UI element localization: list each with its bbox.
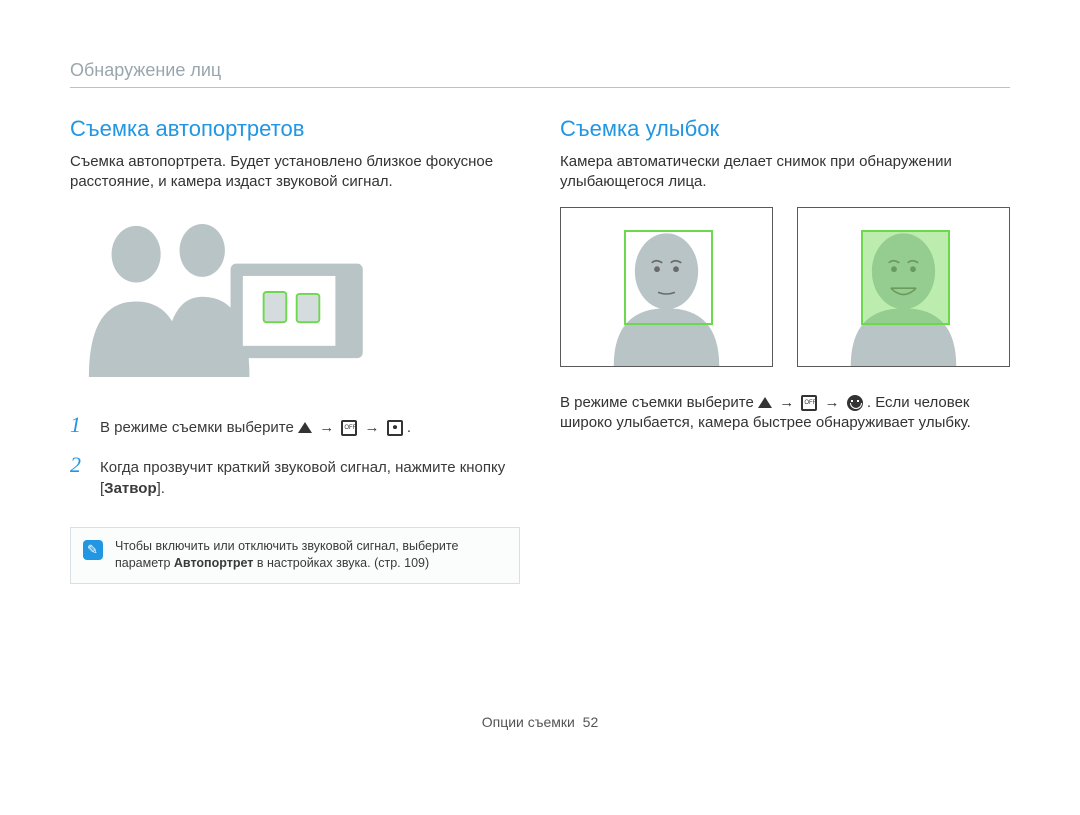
photo-neutral [560, 207, 773, 367]
face-off-icon [341, 420, 357, 436]
arrow-icon: → [779, 394, 794, 411]
breadcrumb: Обнаружение лиц [70, 60, 1010, 88]
page-footer: Опции съемки 52 [70, 714, 1010, 730]
face-self-icon [387, 420, 403, 436]
arrow-icon: → [319, 419, 334, 436]
step-2: 2 Когда прозвучит краткий звуковой сигна… [70, 452, 520, 499]
heading-smile: Съемка улыбок [560, 116, 1010, 142]
step-1: 1 В режиме съемки выберите → → . [70, 412, 520, 438]
intro-selfportrait: Съемка автопортрета. Будет установлено б… [70, 152, 520, 193]
step1-pre: В режиме съемки выберите [100, 419, 298, 436]
step2-post: ]. [157, 480, 165, 497]
smile-icon [847, 395, 863, 411]
smile-paragraph: В режиме съемки выберите → → . Если чело… [560, 393, 1010, 434]
step1-post: . [407, 419, 411, 436]
photo-row [560, 207, 1010, 367]
col-selfportrait: Съемка автопортретов Съемка автопортрета… [70, 116, 520, 584]
face-off-icon [801, 395, 817, 411]
intro-smile: Камера автоматически делает снимок при о… [560, 152, 1010, 193]
face-detect-box-filled [861, 230, 949, 326]
step-number: 1 [70, 412, 88, 438]
heading-selfportrait: Съемка автопортретов [70, 116, 520, 142]
shutter-label: Затвор [104, 480, 156, 497]
step-number: 2 [70, 452, 88, 478]
illustration-selfportrait [70, 207, 520, 382]
note-text: Чтобы включить или отключить звуковой си… [115, 538, 507, 573]
arrow-icon: → [825, 394, 840, 411]
up-icon [758, 397, 772, 408]
col-smile: Съемка улыбок Камера автоматически делае… [560, 116, 1010, 584]
note-box: Чтобы включить или отключить звуковой си… [70, 527, 520, 584]
arrow-icon: → [365, 419, 380, 436]
note-icon [83, 540, 103, 560]
photo-smile [797, 207, 1010, 367]
face-detect-box [624, 230, 712, 326]
up-icon [298, 422, 312, 433]
